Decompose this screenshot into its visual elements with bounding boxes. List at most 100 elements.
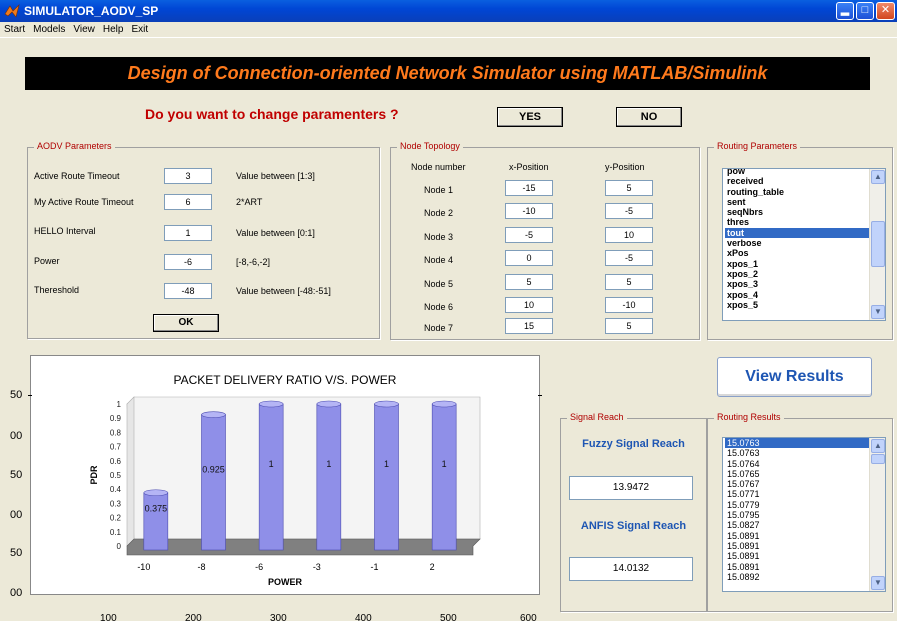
threshold-hint: Value between [-48:-51] [236,286,331,296]
routing-parameter-item[interactable]: tout [725,227,869,239]
node-label: Node 2 [424,208,454,218]
routing-result-item[interactable]: 15.0891 [725,531,869,541]
y-tick-label: 1 [117,400,122,409]
node-y-field[interactable]: 10 [605,227,653,243]
y-tick-label: 0.2 [110,514,122,523]
ok-button[interactable]: OK [153,314,219,332]
maximize-icon: □ [861,4,869,16]
routing-result-item[interactable]: 15.0771 [725,489,869,499]
routing-parameter-item[interactable]: routing_table [725,187,869,197]
routing-parameter-item[interactable]: xPos [725,248,869,258]
routing-results-scrollbar[interactable]: ▲ ▼ [869,438,885,591]
node-x-field[interactable]: 5 [505,274,553,290]
routing-parameter-item[interactable]: sent [725,197,869,207]
routing-parameter-item[interactable]: verbose [725,238,869,248]
pdr-bar [431,403,457,551]
hello-interval-field[interactable]: 1 [164,225,212,241]
node-y-field[interactable]: 5 [605,274,653,290]
node-x-field[interactable]: -15 [505,180,553,196]
menu-start[interactable]: Start [0,22,29,37]
pdr-bar [374,403,399,551]
node-x-field[interactable]: 10 [505,297,553,313]
node-x-field[interactable]: 15 [505,318,553,334]
node-y-field[interactable]: -5 [605,203,653,219]
node-y-field[interactable]: -10 [605,297,653,313]
routing-results-list[interactable]: 15.0763 15.0763 15.0764 15.0765 15.0767 15.07… [722,437,886,592]
x-position-header: x-Position [509,162,549,172]
routing-result-item[interactable]: 15.0763 [725,448,869,458]
routing-parameter-item[interactable]: received [725,176,869,186]
scroll-down-icon[interactable]: ▼ [871,576,885,590]
my-active-route-timeout-hint: 2*ART [236,197,263,207]
scroll-up-icon[interactable]: ▲ [871,170,885,184]
chart-back-wall [126,396,481,540]
y-tick-label: 0.4 [110,485,122,494]
minimize-button[interactable]: ▂ [836,2,854,20]
scroll-up-icon[interactable]: ▲ [871,439,885,453]
routing-result-item[interactable]: 15.0764 [725,459,869,469]
routing-parameter-item[interactable]: xpos_1 [725,259,869,269]
threshold-field[interactable]: -48 [164,283,212,299]
routing-parameters-scrollbar[interactable]: ▲ ▼ [869,169,885,320]
routing-parameter-item[interactable]: xpos_4 [725,290,869,300]
active-route-timeout-field[interactable]: 3 [164,168,212,184]
close-button[interactable]: ✕ [876,2,895,20]
routing-parameter-item[interactable]: xpos_5 [725,300,869,310]
x-tick-label: -8 [197,562,205,572]
y-tick-label: 0 [117,542,122,551]
routing-result-item[interactable]: 15.0763 [725,438,869,449]
yes-button[interactable]: YES [497,107,563,127]
node-x-field[interactable]: 0 [505,250,553,266]
scroll-thumb[interactable] [871,454,885,464]
menu-models[interactable]: Models [29,22,69,37]
routing-parameter-item[interactable]: xpos_2 [725,269,869,279]
bar-value-label: 0.925 [202,464,225,474]
node-y-field[interactable]: -5 [605,250,653,266]
no-button[interactable]: NO [616,107,682,127]
x-tick-label: -10 [137,562,150,572]
routing-parameter-item[interactable]: thres [725,217,869,227]
y-tick-label: 0.8 [110,428,122,437]
hello-interval-label: HELLO Interval [34,226,96,236]
routing-result-item[interactable]: 15.0891 [725,562,869,572]
routing-result-item[interactable]: 15.0891 [725,541,869,551]
chart-floor [126,538,481,556]
node-y-field[interactable]: 5 [605,180,653,196]
scroll-down-icon[interactable]: ▼ [871,305,885,319]
routing-parameter-item[interactable]: seqNbrs [725,207,869,217]
x-tick-label: 2 [430,562,435,572]
routing-parameters-list[interactable]: pow received routing_table sent seqNbrs thres… [722,168,886,321]
maximize-button[interactable]: □ [856,2,874,20]
fuzzy-signal-reach-value[interactable]: 13.9472 [569,476,693,500]
pdr-bar [143,492,169,551]
node-x-field[interactable]: -5 [505,227,553,243]
my-active-route-timeout-field[interactable]: 6 [164,194,212,210]
routing-parameters-items: pow received routing_table sent seqNbrs thres… [725,169,869,310]
bg-x-tick-label: 300 [270,614,287,621]
routing-result-item[interactable]: 15.0779 [725,500,869,510]
routing-result-item[interactable]: 15.0891 [725,551,869,561]
app-banner: Design of Connection-oriented Network Si… [25,57,870,90]
routing-result-item[interactable]: 15.0795 [725,510,869,520]
bg-x-tick-label: 200 [185,614,202,621]
view-results-button[interactable]: View Results [717,357,872,397]
menu-exit[interactable]: Exit [127,22,152,37]
power-field[interactable]: -6 [164,254,212,270]
anfis-signal-reach-value[interactable]: 14.0132 [569,557,693,581]
pdr-bar-top [201,411,226,418]
fuzzy-signal-reach-label: Fuzzy Signal Reach [582,438,685,450]
routing-result-item[interactable]: 15.0765 [725,469,869,479]
node-x-field[interactable]: -10 [505,203,553,219]
menu-help[interactable]: Help [99,22,128,37]
scroll-thumb[interactable] [871,221,885,267]
routing-result-item[interactable]: 15.0892 [725,572,869,582]
menu-view[interactable]: View [69,22,99,37]
threshold-label: Thereshold [34,285,80,295]
node-y-field[interactable]: 5 [605,318,653,334]
routing-parameter-item[interactable]: xpos_3 [725,279,869,289]
close-icon: ✕ [880,4,891,16]
routing-result-item[interactable]: 15.0827 [725,520,869,530]
y-position-header: y-Position [605,162,645,172]
routing-result-item[interactable]: 15.0767 [725,479,869,489]
routing-parameter-item[interactable]: pow [725,169,869,176]
